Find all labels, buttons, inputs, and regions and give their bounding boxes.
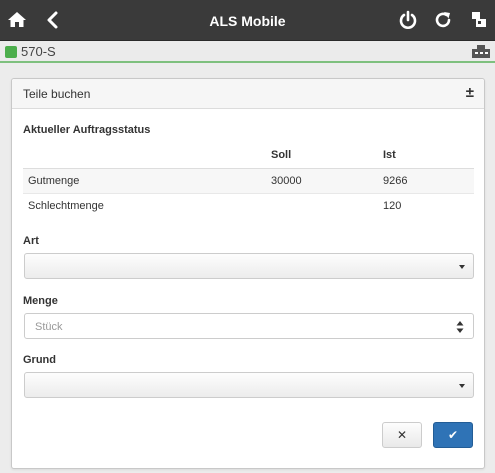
panel-title: Teile buchen	[23, 87, 91, 101]
order-status-table: Soll Ist Gutmenge 30000 9266 Schlechtmen…	[23, 143, 474, 218]
panel-header: Teile buchen ±	[12, 79, 484, 109]
art-select[interactable]	[24, 253, 474, 279]
ist-value: 120	[383, 199, 402, 212]
confirm-button[interactable]: ✔	[433, 422, 473, 448]
status-indicator	[5, 46, 17, 58]
check-icon: ✔	[447, 428, 459, 442]
close-icon: ✕	[396, 428, 408, 442]
chevron-down-icon	[459, 384, 465, 388]
column-header	[23, 143, 271, 169]
station-icon[interactable]	[469, 10, 489, 30]
column-header-ist: Ist	[383, 143, 474, 169]
stepper-icon[interactable]	[456, 320, 464, 334]
quantity-input[interactable]: Stück	[24, 313, 474, 339]
menge-label: Menge	[23, 295, 58, 307]
refresh-icon[interactable]	[433, 10, 453, 30]
terminal-icon[interactable]	[471, 44, 491, 60]
cancel-button[interactable]: ✕	[382, 422, 422, 448]
grund-select[interactable]	[24, 372, 474, 398]
order-status-heading: Aktueller Auftragsstatus	[23, 124, 151, 136]
chevron-down-icon	[459, 265, 465, 269]
row-label: Schlechtmenge	[28, 199, 104, 212]
machine-bar: 570-S	[0, 41, 495, 63]
soll-value	[271, 193, 383, 218]
ist-value: 9266	[383, 168, 474, 194]
table-row: Schlechtmenge 120	[23, 193, 474, 218]
row-label: Gutmenge	[23, 168, 271, 194]
collapse-toggle-icon[interactable]: ±	[466, 84, 474, 101]
column-header-soll: Soll	[271, 143, 383, 169]
table-row: Gutmenge 30000 9266	[23, 168, 474, 194]
art-label: Art	[23, 235, 39, 247]
machine-id: 570-S	[21, 44, 56, 59]
book-parts-panel: Teile buchen ± Aktueller Auftragsstatus …	[11, 78, 485, 469]
table-header-row: Soll Ist	[23, 143, 474, 169]
quantity-placeholder: Stück	[35, 321, 63, 333]
soll-value: 30000	[271, 168, 383, 194]
grund-label: Grund	[23, 354, 56, 366]
app-title: ALS Mobile	[209, 13, 286, 29]
top-bar: ALS Mobile	[0, 0, 495, 41]
power-icon[interactable]	[398, 10, 418, 30]
